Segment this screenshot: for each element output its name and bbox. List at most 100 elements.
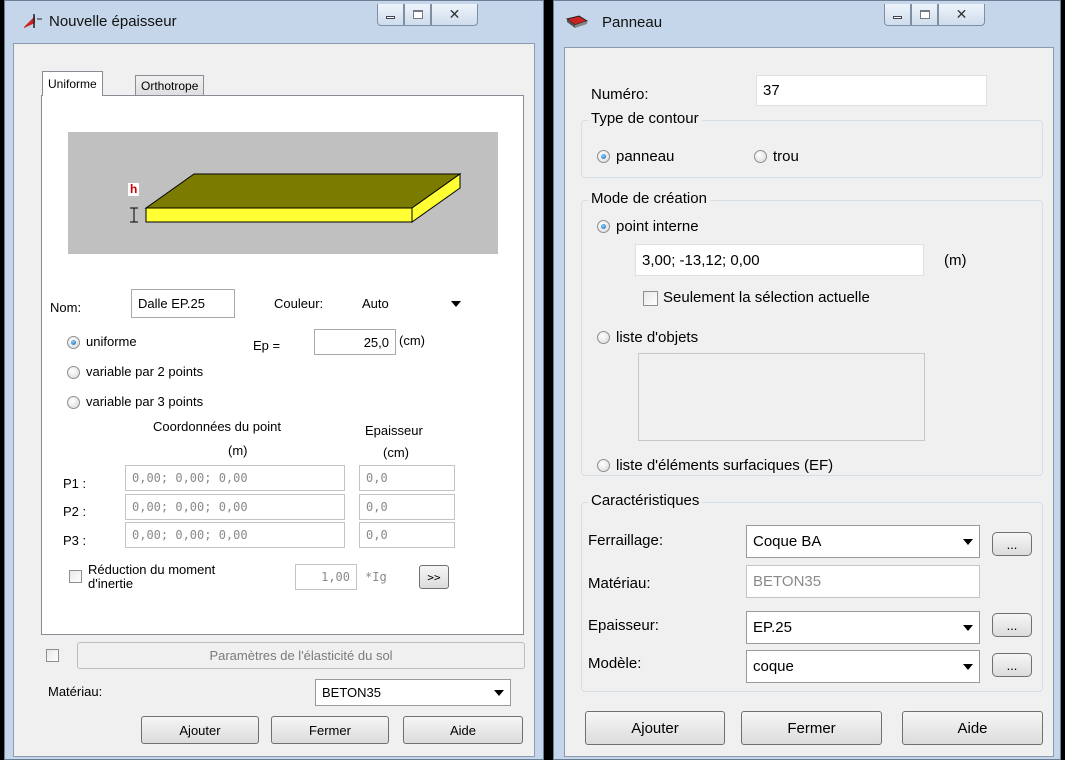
ferraillage-select[interactable]: Coque BA xyxy=(746,525,980,558)
ferraillage-more-button[interactable]: ... xyxy=(992,532,1032,556)
title-bar[interactable]: Nouvelle épaisseur ✕ xyxy=(5,1,543,37)
chevron-down-icon xyxy=(963,538,973,545)
p1-label: P1 : xyxy=(63,476,87,491)
tab-orthotrope-label: Orthotrope xyxy=(141,79,199,93)
ep-label: Ep = xyxy=(253,338,281,353)
couleur-value: Auto xyxy=(362,296,389,311)
p1-coords-input[interactable]: 0,00; 0,00; 0,00 xyxy=(125,465,345,491)
title-bar[interactable]: Panneau ✕ xyxy=(554,1,1060,37)
reduction-input[interactable]: 1,00 xyxy=(295,564,357,590)
radio-liste-objets[interactable] xyxy=(597,331,610,344)
tab-orthotrope[interactable]: Orthotrope xyxy=(135,75,205,96)
fermer-button[interactable]: Fermer xyxy=(271,716,389,744)
nom-label: Nom: xyxy=(50,300,82,315)
numero-value: 37 xyxy=(763,82,780,99)
epaisseur-value: EP.25 xyxy=(753,619,792,636)
thickness-app-icon xyxy=(23,13,43,29)
close-button[interactable]: ✕ xyxy=(938,4,985,26)
radio-variable-2-points[interactable] xyxy=(67,366,80,379)
liste-objets-box[interactable] xyxy=(638,353,925,441)
type-contour-title: Type de contour xyxy=(588,110,702,127)
modele-value: coque xyxy=(753,658,794,675)
epaisseur-unit: (cm) xyxy=(383,445,409,460)
radio-trou[interactable] xyxy=(754,150,767,163)
sol-parameters-button[interactable]: Paramètres de l'élasticité du sol xyxy=(77,642,525,669)
fermer-label: Fermer xyxy=(309,722,351,738)
maximize-button[interactable] xyxy=(404,4,431,26)
chevron-down-icon xyxy=(494,689,504,696)
close-icon: ✕ xyxy=(955,6,968,22)
p2-ep-value: 0,0 xyxy=(366,500,388,514)
reduction-checkbox[interactable] xyxy=(69,570,82,583)
radio-variable-3-label: variable par 3 points xyxy=(86,394,204,409)
nom-input[interactable]: Dalle EP.25 xyxy=(131,289,235,318)
p1-ep-input[interactable]: 0,0 xyxy=(359,465,455,491)
coord-unit: (m) xyxy=(228,443,248,458)
modele-select[interactable]: coque xyxy=(746,650,980,683)
couleur-select[interactable]: Auto xyxy=(355,289,468,318)
epaisseur-more-button[interactable]: ... xyxy=(992,613,1032,637)
p2-coords-input[interactable]: 0,00; 0,00; 0,00 xyxy=(125,494,345,520)
expand-button[interactable]: >> xyxy=(419,565,449,589)
dialog-body: Numéro: 37 Type de contour panneau trou … xyxy=(564,47,1054,757)
point-interne-value: 3,00; -13,12; 0,00 xyxy=(642,251,760,269)
reduction-unit: *Ig xyxy=(365,570,387,584)
point-interne-unit: (m) xyxy=(944,252,967,269)
seulement-checkbox[interactable] xyxy=(643,291,658,306)
p1-ep-value: 0,0 xyxy=(366,471,388,485)
tab-uniforme[interactable]: Uniforme xyxy=(42,71,103,96)
ajouter-button[interactable]: Ajouter xyxy=(585,711,725,745)
minimize-icon xyxy=(386,15,395,19)
aide-label: Aide xyxy=(957,719,988,737)
minimize-icon xyxy=(893,15,902,19)
window-title: Panneau xyxy=(602,14,663,31)
maximize-icon xyxy=(919,10,930,19)
aide-button[interactable]: Aide xyxy=(902,711,1043,745)
aide-button[interactable]: Aide xyxy=(403,716,523,744)
ep-value: 25,0 xyxy=(363,334,389,350)
radio-uniforme[interactable] xyxy=(67,336,80,349)
chevron-down-icon xyxy=(963,624,973,631)
nom-value: Dalle EP.25 xyxy=(138,296,205,311)
reduction-label-line2: d'inertie xyxy=(88,576,134,591)
ellipsis-icon: ... xyxy=(1006,617,1018,633)
minimize-button[interactable] xyxy=(377,4,404,26)
fermer-button[interactable]: Fermer xyxy=(741,711,882,745)
radio-liste-elements[interactable] xyxy=(597,459,610,472)
ferraillage-label: Ferraillage: xyxy=(588,532,664,549)
modele-more-button[interactable]: ... xyxy=(992,653,1032,677)
tab-panel: h Nom: Dalle EP.25 Couleur: Auto uniform… xyxy=(41,95,524,635)
radio-panneau-label: panneau xyxy=(616,148,675,165)
materiau-label: Matériau: xyxy=(48,684,103,699)
radio-uniforme-label: uniforme xyxy=(86,334,137,349)
close-button[interactable]: ✕ xyxy=(431,4,478,26)
ajouter-label: Ajouter xyxy=(179,722,221,738)
radio-point-interne[interactable] xyxy=(597,220,610,233)
radio-variable-3-points[interactable] xyxy=(67,396,80,409)
radio-point-interne-label: point interne xyxy=(616,218,699,235)
materiau-value: BETON35 xyxy=(753,573,822,590)
materiau-select[interactable]: BETON35 xyxy=(315,679,511,706)
numero-label: Numéro: xyxy=(591,86,649,103)
radio-liste-elements-label: liste d'éléments surfaciques (EF) xyxy=(616,457,834,474)
point-interne-input[interactable]: 3,00; -13,12; 0,00 xyxy=(635,244,924,276)
ajouter-button[interactable]: Ajouter xyxy=(141,716,259,744)
radio-panneau[interactable] xyxy=(597,150,610,163)
chevron-down-icon xyxy=(963,663,973,670)
p3-ep-input[interactable]: 0,0 xyxy=(359,522,455,548)
maximize-button[interactable] xyxy=(911,4,938,26)
ferraillage-value: Coque BA xyxy=(753,533,822,550)
p2-ep-input[interactable]: 0,0 xyxy=(359,494,455,520)
minimize-button[interactable] xyxy=(884,4,911,26)
ep-input[interactable]: 25,0 xyxy=(314,329,396,355)
materiau-label: Matériau: xyxy=(588,575,651,592)
reduction-value: 1,00 xyxy=(321,570,350,584)
sol-checkbox[interactable] xyxy=(46,649,59,662)
p2-coords-value: 0,00; 0,00; 0,00 xyxy=(132,500,248,514)
p3-coords-input[interactable]: 0,00; 0,00; 0,00 xyxy=(125,522,345,548)
numero-input[interactable]: 37 xyxy=(756,75,987,106)
p3-ep-value: 0,0 xyxy=(366,528,388,542)
p2-label: P2 : xyxy=(63,504,87,519)
epaisseur-select[interactable]: EP.25 xyxy=(746,611,980,644)
radio-variable-2-label: variable par 2 points xyxy=(86,364,204,379)
